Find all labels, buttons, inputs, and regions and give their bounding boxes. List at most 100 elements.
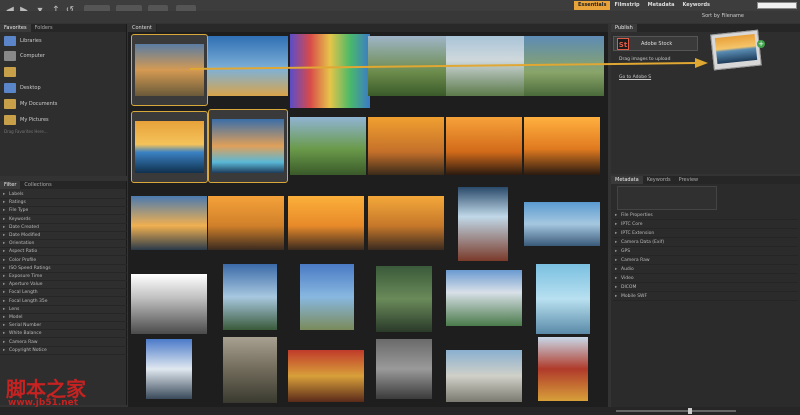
computer-icon <box>4 51 16 61</box>
workspace-keywords[interactable]: Keywords <box>678 1 714 10</box>
thumbnail-image[interactable] <box>223 337 277 403</box>
thumbnail-image[interactable] <box>131 196 207 250</box>
thumbnail-image[interactable] <box>208 36 288 96</box>
filter-row[interactable]: Orientation <box>0 240 127 249</box>
filter-row[interactable]: Exposure Time <box>0 273 127 281</box>
metadata-section[interactable]: IPTC Core <box>613 221 798 229</box>
folder-icon <box>4 67 16 77</box>
filter-row[interactable]: White Balance <box>0 330 127 339</box>
metadata-placard <box>617 186 717 210</box>
thumbnail-image[interactable] <box>524 36 604 96</box>
metadata-section[interactable]: GPS <box>613 248 798 256</box>
thumbnail-size-slider[interactable] <box>616 410 736 412</box>
filter-row[interactable]: Focal Length <box>0 289 127 298</box>
thumbnail-image[interactable] <box>368 117 444 175</box>
thumbnail-image[interactable] <box>288 350 364 402</box>
add-badge-icon: + <box>757 40 765 48</box>
favorite-user-folder[interactable] <box>4 65 20 79</box>
thumbnail-image[interactable] <box>376 339 432 399</box>
drag-preview-image <box>714 33 758 65</box>
thumbnail-image[interactable] <box>223 264 277 330</box>
metadata-section[interactable]: DICOM <box>613 284 798 292</box>
thumbnail-image[interactable] <box>290 117 366 175</box>
filter-row[interactable]: File Type <box>0 207 127 216</box>
thumbnail-image[interactable] <box>446 350 522 402</box>
filter-row[interactable]: Date Created <box>0 224 127 232</box>
metadata-section[interactable]: Camera Raw <box>613 257 798 265</box>
favorite-my-pictures[interactable]: My Pictures <box>4 113 49 127</box>
filter-row[interactable]: Camera Raw <box>0 339 127 347</box>
tab-content[interactable]: Content <box>128 24 157 32</box>
thumbnail-image[interactable] <box>146 339 192 399</box>
thumbnail-image[interactable] <box>368 196 444 250</box>
thumbnail-size-slider-handle[interactable] <box>688 408 692 414</box>
thumbnail-image[interactable] <box>446 270 522 326</box>
workspace-filmstrip[interactable]: Filmstrip <box>610 1 643 10</box>
drag-upload-hint: Drag images to upload <box>619 57 671 62</box>
thumbnail-image[interactable] <box>131 274 207 334</box>
metadata-section[interactable]: Mobile SWF <box>613 293 798 301</box>
sort-dropdown[interactable]: Sort by Filename <box>702 13 744 19</box>
search-input[interactable] <box>757 2 797 9</box>
favorite-libraries[interactable]: Libraries <box>4 34 42 48</box>
metadata-section[interactable]: Video <box>613 275 798 283</box>
favorite-desktop[interactable]: Desktop <box>4 81 41 95</box>
thumbnail-image[interactable] <box>135 44 204 96</box>
tab-folders[interactable]: Folders <box>31 24 57 32</box>
libraries-icon <box>4 36 16 46</box>
filter-panel: Filter Collections LabelsRatingsFile Typ… <box>0 181 127 405</box>
filter-row[interactable]: Keywords <box>0 216 127 224</box>
filter-row[interactable]: Focal Length 35e <box>0 298 127 306</box>
filter-row[interactable]: Copyright Notice <box>0 347 127 355</box>
thumbnail-image[interactable] <box>288 196 364 250</box>
thumbnail-image[interactable] <box>376 266 432 332</box>
thumbnail-image[interactable] <box>135 121 204 173</box>
favorite-computer[interactable]: Computer <box>4 49 45 63</box>
filter-row[interactable]: Labels <box>0 191 127 199</box>
thumbnail-image[interactable] <box>536 264 590 334</box>
filter-row[interactable]: Ratings <box>0 199 127 208</box>
tab-filter[interactable]: Filter <box>0 181 21 189</box>
tab-preview[interactable]: Preview <box>675 176 702 184</box>
metadata-section[interactable]: Audio <box>613 266 798 274</box>
thumbnail-image[interactable] <box>524 117 600 175</box>
folder-icon <box>4 99 16 109</box>
adobe-stock-logo: St <box>617 38 629 50</box>
tab-collections[interactable]: Collections <box>20 181 55 189</box>
thumbnail-image[interactable] <box>538 337 588 401</box>
filter-row[interactable]: ISO Speed Ratings <box>0 265 127 273</box>
filter-row[interactable]: Model <box>0 314 127 322</box>
thumbnail-image[interactable] <box>208 196 284 250</box>
filter-row[interactable]: Aspect Ratio <box>0 248 127 257</box>
filter-row[interactable]: Color Profile <box>0 257 127 265</box>
thumbnail-image[interactable] <box>368 36 448 96</box>
thumbnail-image[interactable] <box>290 34 370 108</box>
thumbnail-image[interactable] <box>524 202 600 246</box>
thumbnail-image[interactable] <box>458 187 508 261</box>
thumbnail-image[interactable] <box>300 264 354 330</box>
tab-publish[interactable]: Publish <box>611 24 637 32</box>
adobe-stock-label: Adobe Stock <box>641 41 673 47</box>
content-panel: Content <box>128 24 608 407</box>
bridge-window: ◀ ▶ ▾ ↑ ↺ Essentials Filmstrip Metadata … <box>0 0 800 415</box>
workspace-metadata[interactable]: Metadata <box>644 1 679 10</box>
metadata-section[interactable]: Camera Data (Exif) <box>613 239 798 247</box>
filter-row[interactable]: Serial Number <box>0 322 127 331</box>
tab-keywords[interactable]: Keywords <box>643 176 675 184</box>
workspace-switcher: Essentials Filmstrip Metadata Keywords <box>573 1 714 10</box>
thumbnail-image[interactable] <box>446 36 526 96</box>
thumbnail-image[interactable] <box>212 119 284 173</box>
filter-row[interactable]: Date Modified <box>0 232 127 240</box>
tab-metadata[interactable]: Metadata <box>611 176 643 184</box>
favorite-my-documents[interactable]: My Documents <box>4 97 57 111</box>
thumbnail-image[interactable] <box>446 117 522 175</box>
filter-row[interactable]: Aperture Value <box>0 281 127 290</box>
go-to-adobe-stock-link[interactable]: Go to Adobe S <box>619 75 651 80</box>
filter-row[interactable]: Lens <box>0 306 127 314</box>
workspace-essentials[interactable]: Essentials <box>573 1 611 10</box>
metadata-section[interactable]: File Properties <box>613 212 798 220</box>
tab-favorites[interactable]: Favorites <box>0 24 31 32</box>
path-bar <box>0 11 800 23</box>
folder-icon <box>4 115 16 125</box>
metadata-section[interactable]: IPTC Extension <box>613 230 798 238</box>
